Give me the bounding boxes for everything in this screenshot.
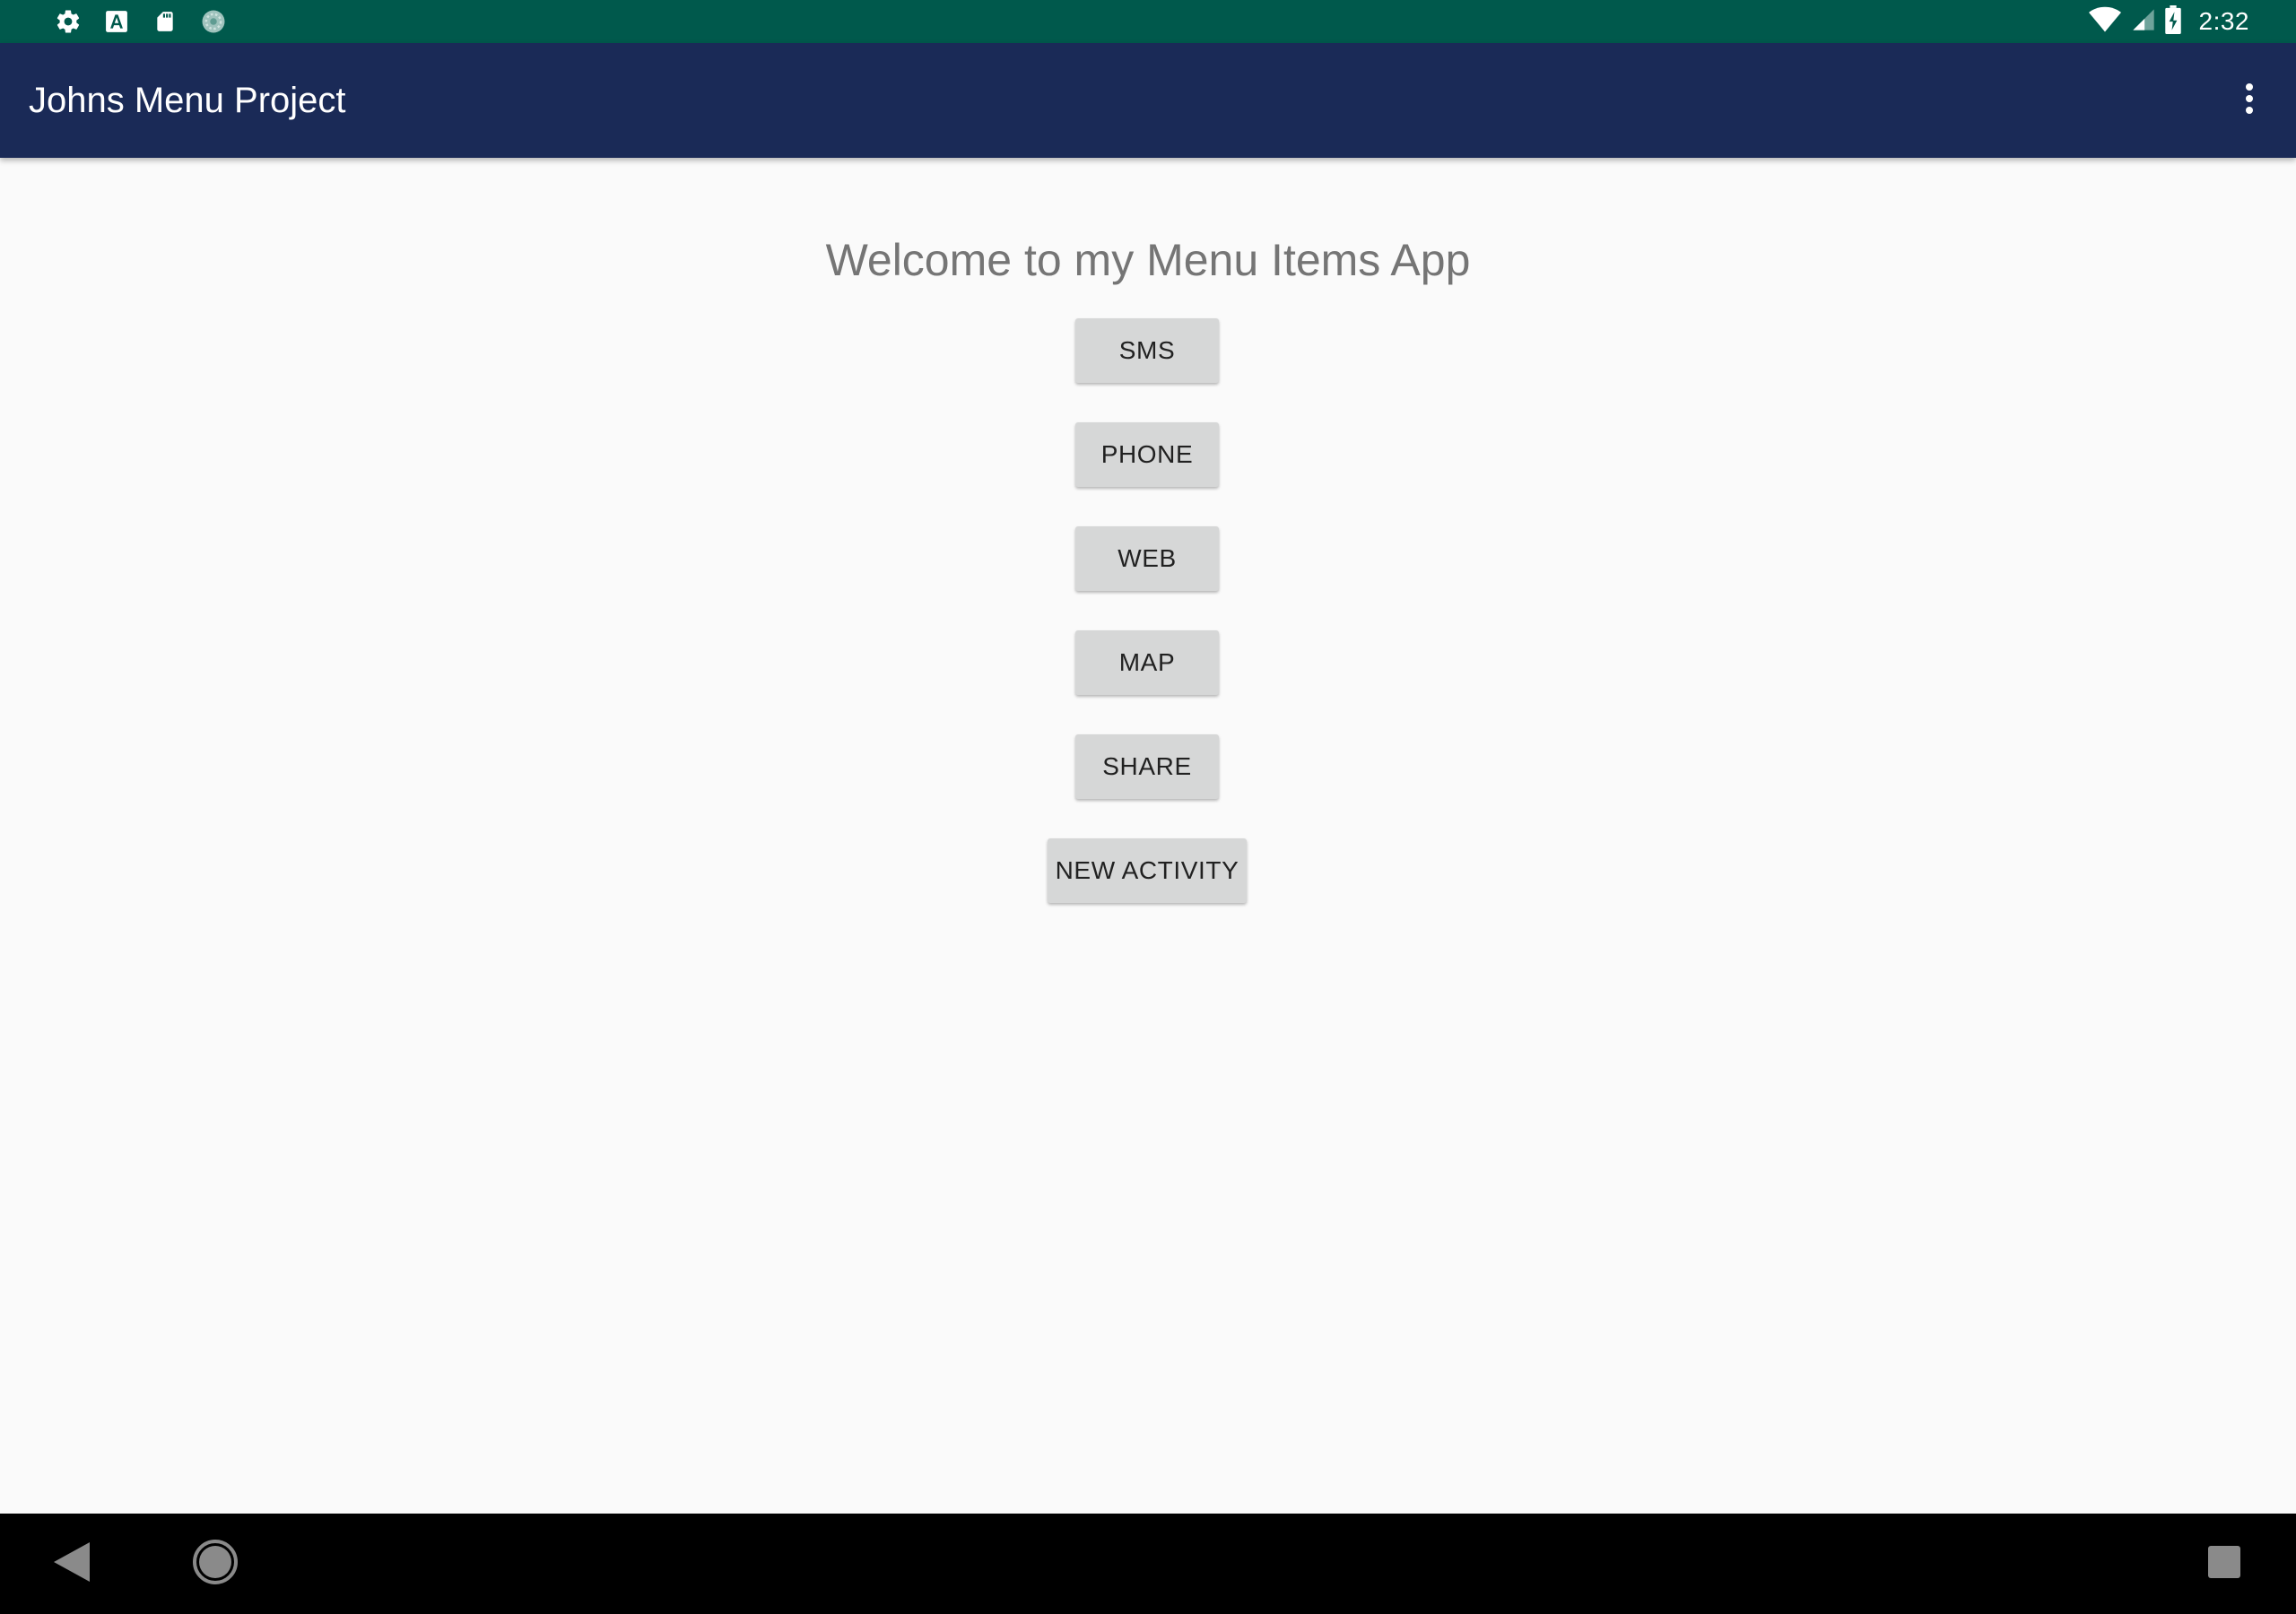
map-button[interactable]: MAP: [1075, 630, 1219, 695]
sync-circle-icon: [199, 7, 228, 36]
main-content: Welcome to my Menu Items App SMS PHONE W…: [0, 158, 2296, 1514]
app-title: Johns Menu Project: [29, 81, 346, 120]
text-a-icon: [102, 7, 131, 36]
app-bar: Johns Menu Project: [0, 43, 2296, 158]
navigation-bar: [0, 1514, 2296, 1614]
back-button[interactable]: [36, 1528, 108, 1600]
screen: 2:32 Johns Menu Project Welcome to my Me…: [0, 0, 2296, 1614]
cell-signal-icon: [2131, 7, 2156, 37]
system-status-icons: 2:32: [2088, 0, 2250, 43]
status-bar: 2:32: [0, 0, 2296, 43]
wifi-icon: [2088, 6, 2122, 38]
welcome-text: Welcome to my Menu Items App: [825, 235, 1471, 285]
sms-button[interactable]: SMS: [1075, 318, 1219, 383]
recents-button[interactable]: [2188, 1528, 2260, 1600]
web-button[interactable]: WEB: [1075, 526, 1219, 591]
back-icon: [54, 1541, 90, 1586]
home-icon: [192, 1539, 239, 1590]
overflow-menu-button[interactable]: [2213, 65, 2285, 136]
more-vert-icon: [2244, 82, 2255, 119]
recents-icon: [2207, 1545, 2241, 1584]
battery-charging-icon: [2164, 4, 2181, 39]
new-activity-button[interactable]: NEW ACTIVITY: [1048, 838, 1247, 903]
share-button[interactable]: SHARE: [1075, 734, 1219, 799]
sd-card-icon: [151, 7, 179, 36]
settings-icon: [54, 7, 83, 36]
status-time: 2:32: [2198, 7, 2249, 35]
home-button[interactable]: [179, 1528, 251, 1600]
phone-button[interactable]: PHONE: [1075, 422, 1219, 487]
notification-icons: [54, 0, 228, 43]
